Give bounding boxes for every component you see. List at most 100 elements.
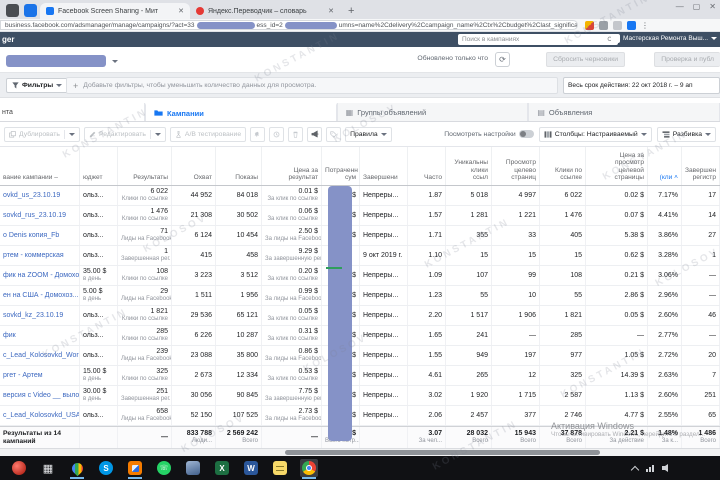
- campaign-name-link[interactable]: c_Lead_Kolosovkd_Wor...: [3, 352, 79, 360]
- date-range-selector[interactable]: Весь срок действия: 22 окт 2018 г. – 9 а…: [563, 77, 720, 94]
- cell-name[interactable]: фик на ZOOM - Домохо...: [0, 266, 80, 285]
- tab-campaigns[interactable]: Кампании: [145, 103, 337, 121]
- cell-name[interactable]: о Denis копия_Fb: [0, 226, 80, 245]
- close-window-icon[interactable]: ✕: [709, 2, 716, 11]
- column-header-impressions[interactable]: Показы: [216, 147, 262, 185]
- pinned-tab-icon[interactable]: [24, 4, 37, 17]
- scrollbar-thumb[interactable]: [285, 450, 600, 455]
- campaign-name-link[interactable]: о Denis копия_Fb: [3, 232, 76, 240]
- campaign-name-link[interactable]: версия с Video __ выло...: [3, 392, 79, 400]
- ab-test-button[interactable]: A/B тестирование: [169, 126, 247, 142]
- column-header-cplpv[interactable]: Цена за просмотр целевой страницы: [586, 147, 648, 185]
- taskbar-notes[interactable]: [271, 459, 289, 477]
- maximize-icon[interactable]: ▢: [693, 2, 701, 11]
- volume-icon[interactable]: [662, 464, 668, 472]
- taskbar-whatsapp[interactable]: ☏: [155, 459, 173, 477]
- campaign-name-link[interactable]: ен на США - Домохоз...: [3, 292, 78, 300]
- cell-name[interactable]: ртем - коммерская: [0, 246, 80, 265]
- rules-button[interactable]: Правила: [345, 126, 392, 142]
- browser-tab-yandex[interactable]: Яндекс.Переводчик – словарь ✕: [190, 3, 340, 19]
- table-row[interactable]: sovkd_rus_23.10.19 ольз... 1 476 Клики по с…: [0, 206, 720, 226]
- cell-name[interactable]: ргет - Артем: [0, 366, 80, 385]
- taskbar-chrome[interactable]: [300, 459, 318, 479]
- column-header-unique_clicks[interactable]: Уникальны клики ссыл: [446, 147, 492, 185]
- taskbar-calculator[interactable]: ▦: [39, 459, 57, 477]
- cell-name[interactable]: sovkd_rus_23.10.19: [0, 206, 80, 225]
- table-row[interactable]: ovkd_us_23.10.19 ольз... 6 022 Клики по ссы…: [0, 186, 720, 206]
- table-row[interactable]: ртем - коммерская ольз... 1 Завершенная рег…: [0, 246, 720, 266]
- history-button[interactable]: [269, 126, 285, 142]
- table-row[interactable]: версия с Video __ выло... 30.00 $ в день 25…: [0, 386, 720, 406]
- column-header-lpv[interactable]: Просмотр целево страниц: [492, 147, 540, 185]
- column-header-ctr[interactable]: (кли ˄: [648, 147, 682, 185]
- close-tab-icon[interactable]: ✕: [178, 7, 184, 15]
- column-header-name[interactable]: вание кампании –: [0, 147, 80, 185]
- tab-ad-sets[interactable]: ▦ Группы объявлений: [336, 103, 529, 121]
- taskbar-maps[interactable]: [68, 459, 86, 479]
- campaign-name-link[interactable]: фик на ZOOM - Домохо...: [3, 272, 79, 280]
- add-filters-input[interactable]: + Добавьте фильтры, чтобы уменьшить коли…: [66, 77, 558, 94]
- duplicate-button[interactable]: Дублировать: [4, 126, 80, 142]
- browser-tab-facebook[interactable]: Facebook Screen Sharing - Мит ✕: [40, 3, 190, 19]
- network-icon[interactable]: [646, 464, 654, 472]
- filters-button[interactable]: Фильтры: [6, 78, 69, 93]
- discard-drafts-button[interactable]: Сбросить черновики: [546, 52, 625, 67]
- campaign-name-link[interactable]: ргет - Артем: [3, 372, 76, 380]
- column-header-frequency[interactable]: Часто: [408, 147, 446, 185]
- taskbar-excel[interactable]: X: [213, 459, 231, 477]
- chevron-down-icon[interactable]: [112, 60, 118, 63]
- extension-icon[interactable]: [585, 20, 594, 30]
- breakdown-button[interactable]: Разбивка: [656, 126, 716, 142]
- horizontal-scrollbar[interactable]: [0, 448, 720, 456]
- pin-button[interactable]: [250, 126, 266, 142]
- column-header-spent[interactable]: Потраченн сум: [322, 147, 360, 185]
- ad-account-selector-redacted[interactable]: [6, 55, 106, 67]
- campaign-name-link[interactable]: sovkd_rus_23.10.19: [3, 212, 76, 220]
- column-header-reach[interactable]: Охват: [172, 147, 216, 185]
- delete-button[interactable]: [288, 126, 304, 142]
- extension-icon[interactable]: [613, 20, 622, 30]
- cell-name[interactable]: фик: [0, 326, 80, 345]
- taskbar-red-app[interactable]: [10, 459, 28, 477]
- campaign-name-link[interactable]: ртем - коммерская: [3, 252, 76, 260]
- campaign-name-link[interactable]: ovkd_us_23.10.19: [3, 192, 76, 200]
- column-header-cpr[interactable]: Цена за результат: [262, 147, 322, 185]
- cell-name[interactable]: c_Lead_Kolosovkd_Wor...: [0, 346, 80, 365]
- cell-name[interactable]: c_Lead_Kolosovkd_USA: [0, 406, 80, 425]
- taskbar-skype[interactable]: S: [97, 459, 115, 477]
- cell-name[interactable]: версия с Video __ выло...: [0, 386, 80, 405]
- columns-button[interactable]: Столбцы: Настраиваемый: [538, 126, 652, 142]
- column-header-registrations[interactable]: Завершен регистр: [682, 147, 720, 185]
- minimize-icon[interactable]: —: [676, 2, 684, 11]
- account-menu[interactable]: Мастерская Ремонта Выш...: [611, 34, 717, 43]
- column-header-end[interactable]: Завершени: [360, 147, 408, 185]
- cell-name[interactable]: ен на США - Домохоз...: [0, 286, 80, 305]
- taskbar-orange-app[interactable]: [126, 459, 144, 479]
- table-row[interactable]: фик на ZOOM - Домохо... 35.00 $ в день 108 К…: [0, 266, 720, 286]
- column-header-results[interactable]: Результаты: [118, 147, 172, 185]
- address-bar[interactable]: business.facebook.com/adsmanager/manage/…: [0, 20, 578, 30]
- campaign-name-link[interactable]: sovkd_kz_23.10.19: [3, 312, 76, 320]
- edit-button[interactable]: Редактировать: [83, 126, 166, 142]
- close-tab-icon[interactable]: ✕: [328, 7, 334, 15]
- campaign-name-link[interactable]: фик: [3, 332, 76, 340]
- boost-button[interactable]: [307, 126, 323, 142]
- refresh-button[interactable]: ⟳: [495, 52, 510, 67]
- table-row[interactable]: c_Lead_Kolosovkd_USA ольз... 658 Лиды на Fa…: [0, 406, 720, 426]
- table-row[interactable]: c_Lead_Kolosovkd_Wor... ольз... 239 Лиды на…: [0, 346, 720, 366]
- column-header-budget[interactable]: юджет: [80, 147, 118, 185]
- browser-menu-icon[interactable]: ⋮: [641, 21, 649, 30]
- table-row[interactable]: ен на США - Домохоз... 5.00 $ в день 29 Лиды…: [0, 286, 720, 306]
- taskbar-blue-app[interactable]: [184, 459, 202, 477]
- column-header-link_clicks[interactable]: Клики по ссылке: [540, 147, 586, 185]
- table-row[interactable]: фик ольз... 285 Клики по ссылке 6 226 10 287 0…: [0, 326, 720, 346]
- table-row[interactable]: ргет - Артем 15.00 $ в день 325 Клики по ссы…: [0, 366, 720, 386]
- campaign-name-link[interactable]: c_Lead_Kolosovkd_USA: [3, 412, 79, 420]
- campaign-search-input[interactable]: Поиск в кампаниях: [458, 34, 618, 45]
- new-tab-button[interactable]: +: [348, 5, 354, 19]
- tag-button[interactable]: [326, 126, 342, 142]
- table-row[interactable]: sovkd_kz_23.10.19 ольз... 1 821 Клики по сс…: [0, 306, 720, 326]
- taskbar-word[interactable]: W: [242, 459, 260, 477]
- pinned-tab-icon[interactable]: [6, 4, 19, 17]
- view-settings-toggle[interactable]: Посмотреть настройки: [444, 130, 534, 138]
